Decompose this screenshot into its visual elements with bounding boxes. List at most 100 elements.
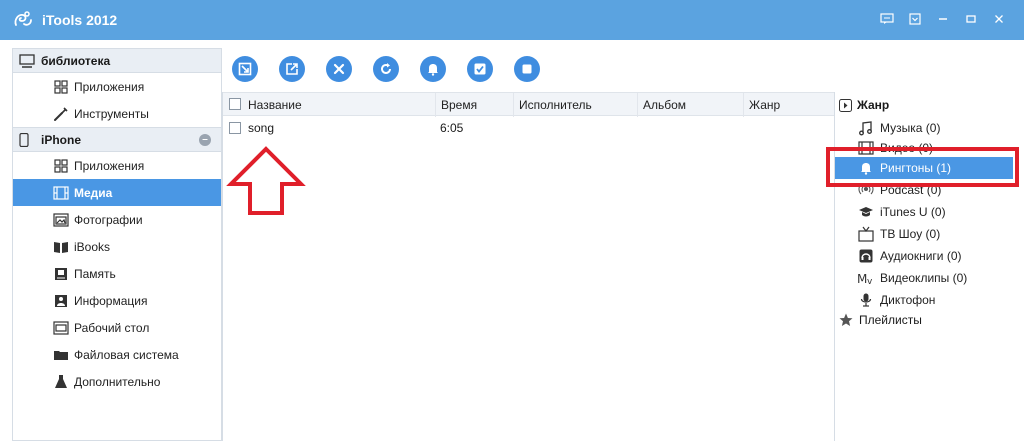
sidebar-item-photos[interactable]: Фотографии — [13, 206, 221, 233]
photo-icon — [53, 212, 69, 228]
film-icon — [53, 185, 69, 201]
sidebar-section-label: библиотека — [41, 53, 111, 68]
collapse-square-icon — [839, 98, 852, 112]
desktop-icon — [53, 320, 69, 336]
info-icon — [53, 293, 69, 309]
dropdown-icon[interactable] — [904, 9, 926, 29]
row-album — [637, 116, 642, 140]
sidebar-item-label: Медиа — [74, 185, 113, 200]
minimize-icon[interactable] — [932, 9, 954, 29]
sidebar-item-label: Приложения — [74, 79, 145, 94]
itools-logo-icon — [14, 11, 32, 26]
genre-item-label: Видеоклипы (0) — [880, 271, 968, 285]
playlists-item[interactable]: Плейлисты — [839, 310, 922, 330]
tv-icon — [857, 226, 875, 242]
genre-item-label: ТВ Шоу (0) — [880, 227, 941, 241]
sidebar-item-advanced[interactable]: Дополнительно — [13, 368, 221, 395]
apps-grid-icon — [53, 158, 69, 174]
sidebar-item-library-apps[interactable]: Приложения — [13, 73, 221, 100]
sidebar-item-label: Рабочий стол — [74, 320, 150, 335]
check-icon — [474, 63, 486, 75]
toolbar — [222, 48, 1014, 90]
sidebar-item-media[interactable]: Медиа — [13, 179, 221, 206]
import-button[interactable] — [232, 56, 258, 82]
column-time[interactable]: Время — [435, 93, 513, 117]
flask-icon — [53, 374, 69, 390]
music-video-icon: Mv — [857, 270, 875, 286]
table-header: Название Время Исполнитель Альбом Жанр — [223, 92, 834, 117]
graduation-cap-icon — [857, 204, 875, 220]
app-title: iTools 2012 — [42, 12, 118, 28]
genre-item-music-videos[interactable]: Mv Видеоклипы (0) — [857, 267, 967, 289]
apps-grid-icon — [53, 79, 69, 95]
ringtone-button[interactable] — [420, 56, 446, 82]
row-checkbox[interactable] — [229, 122, 241, 134]
genre-item-music[interactable]: Музыка (0) — [857, 117, 940, 139]
genre-item-tv-shows[interactable]: ТВ Шоу (0) — [857, 223, 940, 245]
column-name[interactable]: Название — [243, 93, 443, 117]
genre-panel: Жанр Музыка (0) Видео (0) Рингтоны (1) P… — [834, 92, 1014, 441]
genre-item-label: iTunes U (0) — [880, 205, 946, 219]
genre-item-itunes-u[interactable]: iTunes U (0) — [857, 201, 946, 223]
sidebar-section-iphone[interactable]: iPhone – — [13, 127, 221, 152]
feedback-icon[interactable] — [876, 9, 898, 29]
sidebar-item-label: Информация — [74, 293, 148, 308]
genre-item-voice-memos[interactable]: Диктофон — [857, 289, 935, 311]
music-note-icon — [857, 120, 875, 136]
sidebar-item-label: Инструменты — [74, 106, 149, 121]
sidebar-item-label: Дополнительно — [74, 374, 161, 389]
export-icon — [286, 63, 298, 75]
book-icon — [53, 239, 69, 255]
svg-text:v: v — [867, 277, 873, 285]
audiobook-icon — [857, 248, 875, 264]
export-button[interactable] — [279, 56, 305, 82]
row-name: song — [248, 121, 275, 135]
genre-item-label: Музыка (0) — [880, 121, 941, 135]
sidebar-item-apps[interactable]: Приложения — [13, 152, 221, 179]
folder-icon — [53, 347, 69, 363]
delete-button[interactable] — [326, 56, 352, 82]
close-icon[interactable] — [988, 9, 1010, 29]
stop-icon — [522, 64, 532, 74]
genre-item-label: Диктофон — [880, 293, 936, 307]
genre-item-label: Аудиокниги (0) — [880, 249, 962, 263]
phone-icon — [19, 132, 35, 147]
column-album[interactable]: Альбом — [637, 93, 743, 117]
refresh-icon — [381, 63, 391, 74]
collapse-icon[interactable]: – — [199, 134, 211, 146]
row-genre — [743, 116, 748, 140]
maximize-icon[interactable] — [960, 9, 982, 29]
refresh-button[interactable] — [373, 56, 399, 82]
row-artist — [513, 116, 518, 140]
table-row[interactable]: song 6:05 — [223, 116, 834, 140]
column-genre[interactable]: Жанр — [743, 93, 833, 117]
check-button[interactable] — [467, 56, 493, 82]
sidebar-item-filesystem[interactable]: Файловая система — [13, 341, 221, 368]
sidebar-item-desktop[interactable]: Рабочий стол — [13, 314, 221, 341]
title-bar: iTools 2012 — [0, 0, 1024, 40]
select-all-checkbox[interactable] — [229, 98, 241, 110]
stop-button[interactable] — [514, 56, 540, 82]
sidebar-item-info[interactable]: Информация — [13, 287, 221, 314]
import-icon — [238, 62, 252, 76]
wrench-icon — [53, 106, 69, 122]
sidebar-item-label: Память — [74, 266, 116, 281]
svg-text:M: M — [857, 272, 867, 285]
sidebar-section-library[interactable]: библиотека — [13, 48, 221, 73]
genre-item-audiobooks[interactable]: Аудиокниги (0) — [857, 245, 962, 267]
highlight-box — [826, 147, 1019, 187]
sidebar-item-memory[interactable]: Память — [13, 260, 221, 287]
media-table: Название Время Исполнитель Альбом Жанр s… — [222, 92, 834, 441]
monitor-icon — [19, 53, 35, 68]
playlists-label: Плейлисты — [859, 313, 922, 327]
column-artist[interactable]: Исполнитель — [513, 93, 637, 117]
microphone-icon — [857, 292, 875, 308]
genre-header[interactable]: Жанр — [839, 96, 889, 114]
sidebar-item-label: Фотографии — [74, 212, 143, 227]
sidebar: библиотека Приложения Инструменты iPhone… — [12, 48, 222, 441]
sidebar-item-ibooks[interactable]: iBooks — [13, 233, 221, 260]
sidebar-item-tools[interactable]: Инструменты — [13, 100, 221, 127]
sidebar-item-label: Приложения — [74, 158, 145, 173]
star-icon — [839, 313, 853, 326]
genre-header-label: Жанр — [857, 98, 890, 112]
